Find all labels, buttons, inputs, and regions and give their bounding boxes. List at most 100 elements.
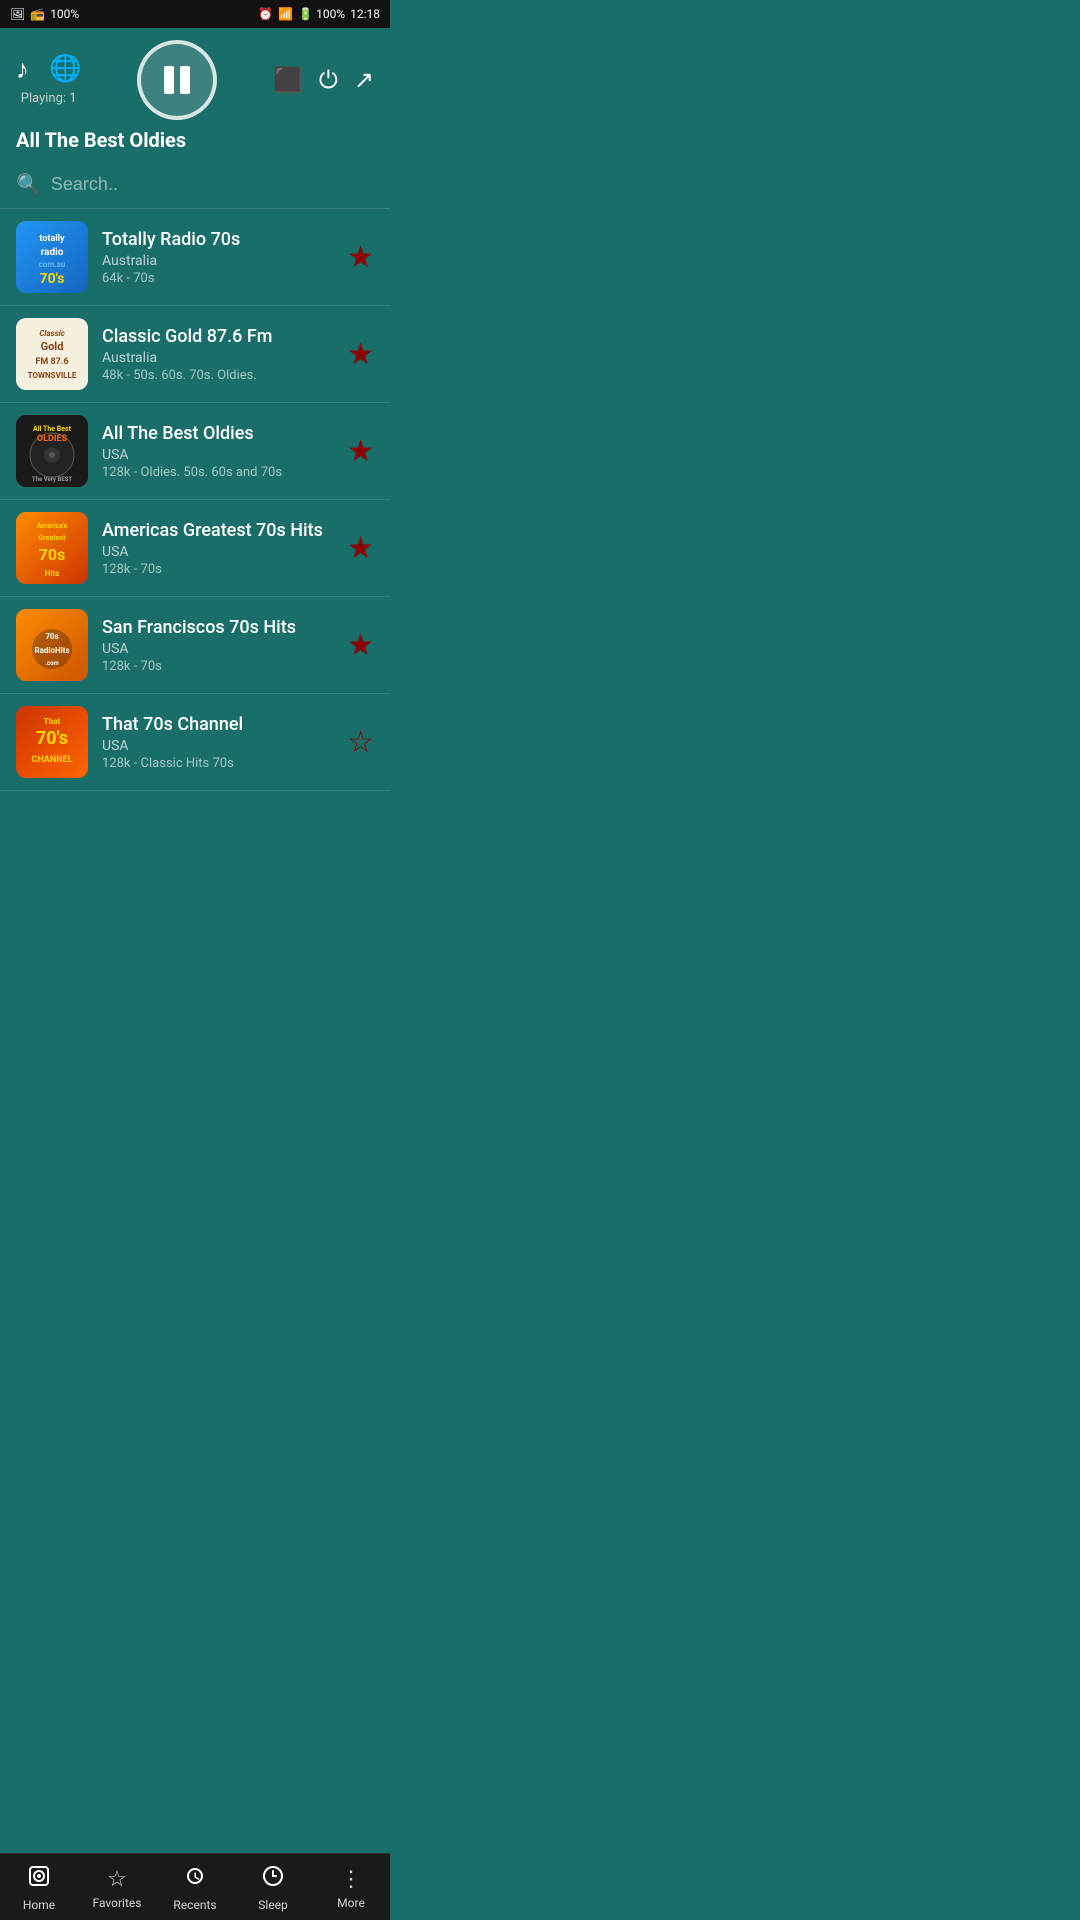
station-meta: 128k - Classic Hits 70s (102, 756, 333, 771)
station-meta: 128k - 70s (102, 659, 333, 674)
search-input[interactable] (51, 174, 374, 195)
station-logo: All The Best OLDIES The Very BEST (16, 415, 88, 487)
station-info: Americas Greatest 70s Hits USA 128k - 70… (102, 520, 333, 577)
svg-text:RadioHits: RadioHits (34, 646, 69, 655)
home-label: Home (23, 1898, 55, 1912)
svg-text:OLDIES: OLDIES (37, 434, 68, 444)
favorite-star[interactable]: ★ (347, 434, 374, 469)
station-country: USA (102, 738, 333, 754)
station-info: That 70s Channel USA 128k - Classic Hits… (102, 714, 333, 771)
station-info: Totally Radio 70s Australia 64k - 70s (102, 229, 333, 286)
station-logo: Classic Gold FM 87.6 TOWNSVILLE (16, 318, 88, 390)
station-country: Australia (102, 350, 333, 366)
station-meta: 48k - 50s. 60s. 70s. Oldies. (102, 368, 333, 383)
svg-text:70s: 70s (39, 545, 66, 564)
status-left: 🖼 📻 100% (10, 7, 79, 21)
controls-row: ♪ 🌐 Playing: 1 ⬛ ⏻ ↗ (16, 40, 374, 120)
svg-text:70's: 70's (36, 728, 68, 749)
ctrl-right-group: ⬛ ⏻ ↗ (273, 66, 374, 94)
station-list: totally radio com.au 70's Totally Radio … (0, 209, 390, 791)
status-right: ⏰ 📶 🔋 100% 12:18 (258, 7, 380, 21)
search-icon: 🔍 (16, 172, 41, 196)
nav-sleep[interactable]: Sleep (234, 1854, 312, 1920)
svg-text:America's: America's (37, 522, 68, 530)
station-name: Americas Greatest 70s Hits (102, 520, 333, 541)
svg-text:radio: radio (41, 247, 64, 258)
favorite-star[interactable]: ★ (347, 240, 374, 275)
now-playing-title: All The Best Oldies (16, 128, 374, 152)
playing-label: Playing: 1 (21, 91, 77, 106)
station-name: All The Best Oldies (102, 423, 333, 444)
power-button[interactable]: ⏻ (319, 66, 338, 94)
station-item[interactable]: America's Greatest 70s Hits Americas Gre… (0, 500, 390, 597)
player-header: ♪ 🌐 Playing: 1 ⬛ ⏻ ↗ All The Best Oldies (0, 28, 390, 162)
svg-text:.com: .com (45, 660, 58, 667)
station-meta: 128k - Oldies. 50s. 60s and 70s (102, 465, 333, 480)
station-logo: America's Greatest 70s Hits (16, 512, 88, 584)
more-label: More (337, 1896, 365, 1910)
svg-text:totally: totally (39, 234, 65, 244)
radio-app-icon: 📻 (30, 7, 45, 21)
sleep-icon (261, 1864, 285, 1894)
station-item[interactable]: All The Best OLDIES The Very BEST All Th… (0, 403, 390, 500)
pause-icon (164, 66, 190, 94)
svg-text:70s: 70s (45, 632, 58, 641)
station-info: Classic Gold 87.6 Fm Australia 48k - 50s… (102, 326, 333, 383)
station-logo: That 70's CHANNEL (16, 706, 88, 778)
nav-home[interactable]: Home (0, 1854, 78, 1920)
favorite-star[interactable]: ☆ (347, 725, 374, 760)
more-icon: ⋮ (340, 1867, 362, 1892)
station-item[interactable]: Classic Gold FM 87.6 TOWNSVILLE Classic … (0, 306, 390, 403)
station-country: USA (102, 447, 333, 463)
svg-text:The Very BEST: The Very BEST (32, 476, 73, 483)
svg-text:Gold: Gold (41, 340, 64, 353)
search-bar[interactable]: 🔍 (0, 162, 390, 209)
svg-text:Hits: Hits (45, 569, 60, 578)
signal-number: 100% (50, 7, 79, 21)
station-info: All The Best Oldies USA 128k - Oldies. 5… (102, 423, 333, 480)
station-country: USA (102, 641, 333, 657)
station-name: That 70s Channel (102, 714, 333, 735)
svg-text:70's: 70's (40, 271, 65, 287)
station-name: Totally Radio 70s (102, 229, 333, 250)
nav-more[interactable]: ⋮ More (312, 1854, 390, 1920)
favorite-star[interactable]: ★ (347, 628, 374, 663)
favorite-star[interactable]: ★ (347, 337, 374, 372)
svg-text:com.au: com.au (39, 260, 66, 269)
svg-text:Greatest: Greatest (39, 534, 67, 542)
station-country: USA (102, 544, 333, 560)
station-meta: 128k - 70s (102, 562, 333, 577)
station-logo: 70s RadioHits .com (16, 609, 88, 681)
battery-indicator: 🔋 100% (298, 7, 345, 21)
station-country: Australia (102, 253, 333, 269)
ctrl-left-group: ♪ 🌐 Playing: 1 (16, 54, 81, 106)
station-item[interactable]: 70s RadioHits .com San Franciscos 70s Hi… (0, 597, 390, 694)
svg-text:FM 87.6: FM 87.6 (35, 357, 68, 367)
station-item[interactable]: totally radio com.au 70's Totally Radio … (0, 209, 390, 306)
stop-button[interactable]: ⬛ (273, 66, 303, 94)
nav-recents[interactable]: Recents (156, 1854, 234, 1920)
wifi-icon: 📶 (278, 7, 293, 21)
favorite-star[interactable]: ★ (347, 531, 374, 566)
nav-favorites[interactable]: ☆ Favorites (78, 1854, 156, 1920)
globe-icon[interactable]: 🌐 (49, 54, 81, 85)
svg-text:TOWNSVILLE: TOWNSVILLE (28, 371, 77, 380)
music-note-icon[interactable]: ♪ (16, 54, 29, 85)
gallery-icon: 🖼 (10, 7, 25, 21)
favorites-icon: ☆ (107, 1867, 127, 1892)
station-logo: totally radio com.au 70's (16, 221, 88, 293)
recents-label: Recents (173, 1898, 216, 1912)
svg-text:CHANNEL: CHANNEL (31, 755, 72, 765)
home-icon (27, 1864, 51, 1894)
station-item[interactable]: That 70's CHANNEL That 70s Channel USA 1… (0, 694, 390, 791)
share-button[interactable]: ↗ (354, 66, 374, 94)
svg-text:All The Best: All The Best (33, 425, 72, 433)
alarm-icon: ⏰ (258, 7, 273, 21)
svg-text:That: That (44, 717, 61, 726)
pause-button[interactable] (137, 40, 217, 120)
sleep-label: Sleep (258, 1898, 288, 1912)
bottom-nav: Home ☆ Favorites Recents Sleep ⋮ More (0, 1853, 390, 1920)
station-info: San Franciscos 70s Hits USA 128k - 70s (102, 617, 333, 674)
station-name: Classic Gold 87.6 Fm (102, 326, 333, 347)
favorites-label: Favorites (93, 1896, 142, 1910)
